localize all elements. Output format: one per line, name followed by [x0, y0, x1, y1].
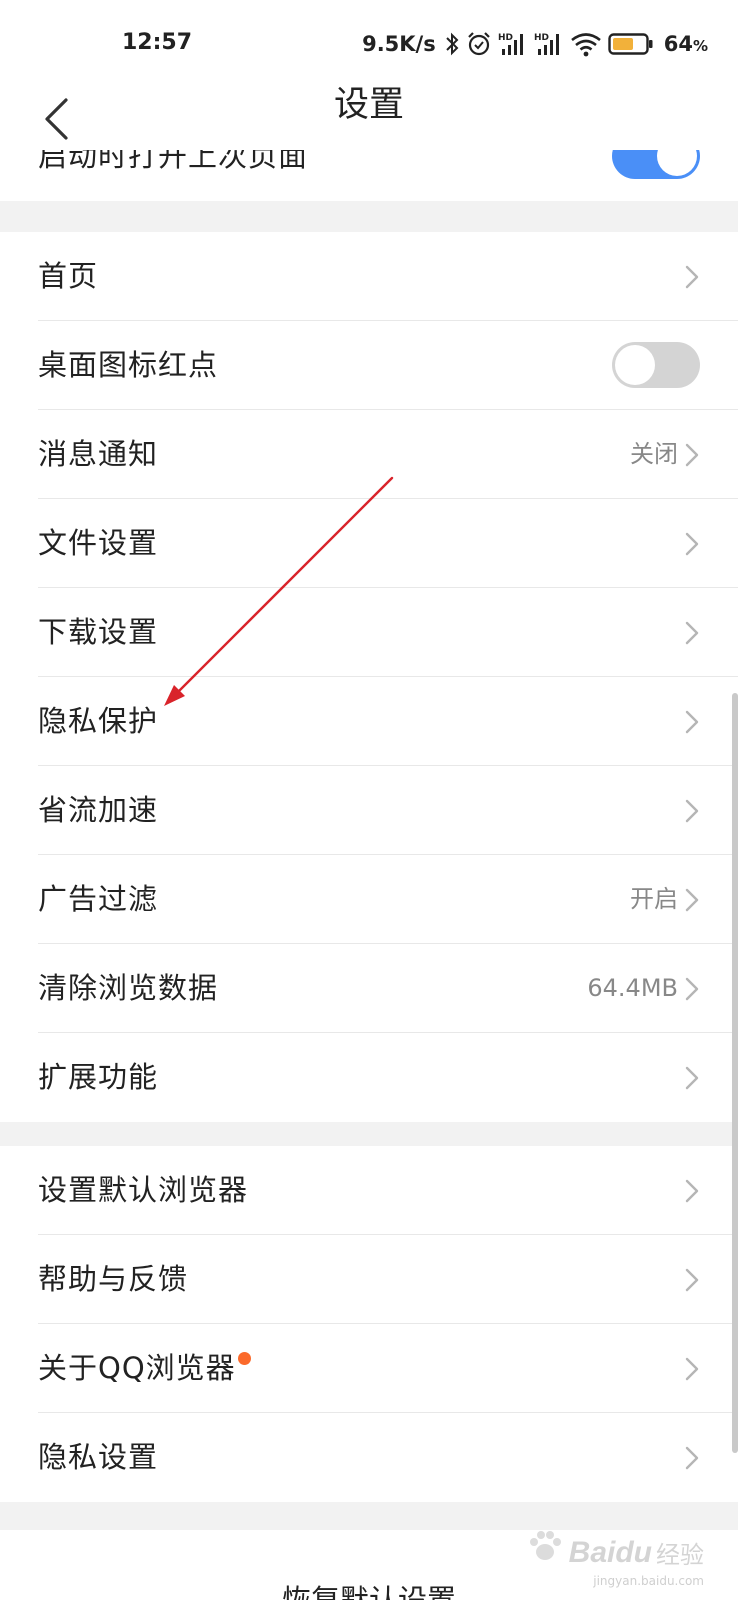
- chevron-right-icon: [685, 888, 699, 912]
- red-dot-badge: [237, 1352, 251, 1365]
- page-title: 设置: [333, 85, 404, 125]
- chevron-right-icon: [685, 621, 699, 645]
- row-label: 首页: [38, 259, 99, 293]
- chevron-right-icon: [685, 977, 699, 1001]
- nav-bar: 设置: [0, 88, 738, 151]
- settings-row[interactable]: 下载设置: [0, 588, 738, 677]
- row-value: 开启: [630, 885, 678, 913]
- chevron-right-icon: [685, 1179, 699, 1203]
- row-value: 关闭: [630, 440, 678, 468]
- settings-row[interactable]: 设置默认浏览器: [0, 1146, 738, 1235]
- baidu-jingyan-watermark: Baidu 经验 jingyan.baidu.com: [525, 1526, 704, 1588]
- settings-row[interactable]: 关于QQ浏览器: [0, 1324, 738, 1413]
- hd-signal-icon: HD: [498, 31, 528, 57]
- settings-row[interactable]: 隐私设置: [0, 1413, 738, 1502]
- watermark-url: jingyan.baidu.com: [593, 1574, 704, 1588]
- row-label: 隐私保护: [38, 704, 159, 738]
- alarm-icon: [466, 31, 492, 57]
- row-label: 设置默认浏览器: [38, 1173, 249, 1207]
- row-label: 消息通知: [38, 437, 159, 471]
- settings-list[interactable]: 启动时打开上次页面 首页桌面图标红点 消息通知 关闭文件设置下载设置隐私保护省流加速…: [0, 150, 738, 1600]
- settings-row[interactable]: 广告过滤 开启: [0, 855, 738, 944]
- svg-text:HD: HD: [534, 33, 549, 43]
- scrollbar[interactable]: [732, 693, 738, 1453]
- toggle-knob: [615, 345, 655, 385]
- row-label: 下载设置: [38, 615, 159, 649]
- row-label: 桌面图标红点: [38, 348, 219, 382]
- toggle-switch[interactable]: [612, 342, 700, 388]
- settings-row[interactable]: 扩展功能: [0, 1033, 738, 1122]
- chevron-right-icon: [685, 532, 699, 556]
- chevron-right-icon: [685, 265, 699, 289]
- paw-icon: [525, 1526, 565, 1570]
- settings-row[interactable]: 隐私保护: [0, 677, 738, 766]
- row-label: 文件设置: [38, 526, 159, 560]
- svg-text:HD: HD: [498, 33, 513, 43]
- row-label: 隐私设置: [38, 1440, 159, 1474]
- row-label: 广告过滤: [38, 882, 159, 916]
- row-label: 扩展功能: [38, 1060, 159, 1094]
- group-startup: 启动时打开上次页面: [0, 150, 738, 201]
- network-speed: 9.5K/s: [362, 32, 436, 56]
- settings-row[interactable]: 帮助与反馈: [0, 1235, 738, 1324]
- row-label: 省流加速: [38, 793, 159, 827]
- settings-row-restore-last-page[interactable]: 启动时打开上次页面: [0, 150, 738, 201]
- row-label: 清除浏览数据: [38, 971, 219, 1005]
- status-time: 12:57: [122, 30, 193, 55]
- chevron-right-icon: [685, 710, 699, 734]
- settings-row[interactable]: 首页: [0, 232, 738, 321]
- chevron-right-icon: [685, 1066, 699, 1090]
- row-label: 启动时打开上次页面: [38, 150, 309, 173]
- row-value: 64.4MB: [587, 974, 678, 1002]
- settings-row[interactable]: 桌面图标红点: [0, 321, 738, 410]
- chevron-right-icon: [685, 1357, 699, 1381]
- restore-last-page-toggle[interactable]: [612, 150, 700, 179]
- row-label: 关于QQ浏览器: [38, 1324, 251, 1413]
- settings-row[interactable]: 文件设置: [0, 499, 738, 588]
- chevron-right-icon: [685, 799, 699, 823]
- hd-signal-icon: HD: [534, 31, 564, 57]
- settings-row[interactable]: 省流加速: [0, 766, 738, 855]
- status-bar: 12:57 9.5K/s HD HD 64%: [0, 0, 738, 88]
- bluetooth-icon: [444, 31, 460, 57]
- watermark-cn: 经验: [656, 1541, 704, 1569]
- battery-percent: 64%: [663, 32, 708, 56]
- row-label: 帮助与反馈: [38, 1262, 189, 1296]
- toggle-knob: [657, 150, 697, 176]
- chevron-right-icon: [685, 443, 699, 467]
- chevron-right-icon: [685, 1446, 699, 1470]
- settings-row[interactable]: 清除浏览数据 64.4MB: [0, 944, 738, 1033]
- settings-row[interactable]: 消息通知 关闭: [0, 410, 738, 499]
- wifi-icon: [570, 31, 602, 57]
- watermark-brand: Baidu: [568, 1536, 652, 1569]
- battery-icon: [608, 31, 654, 57]
- group-about: 设置默认浏览器 帮助与反馈关于QQ浏览器隐私设置: [0, 1146, 738, 1502]
- restore-default-label: 恢复默认设置: [281, 1583, 456, 1600]
- chevron-right-icon: [685, 1268, 699, 1292]
- group-general: 首页桌面图标红点 消息通知 关闭文件设置下载设置隐私保护省流加速广告过滤 开启清除浏览…: [0, 232, 738, 1122]
- status-icons: 9.5K/s HD HD 64%: [362, 28, 708, 60]
